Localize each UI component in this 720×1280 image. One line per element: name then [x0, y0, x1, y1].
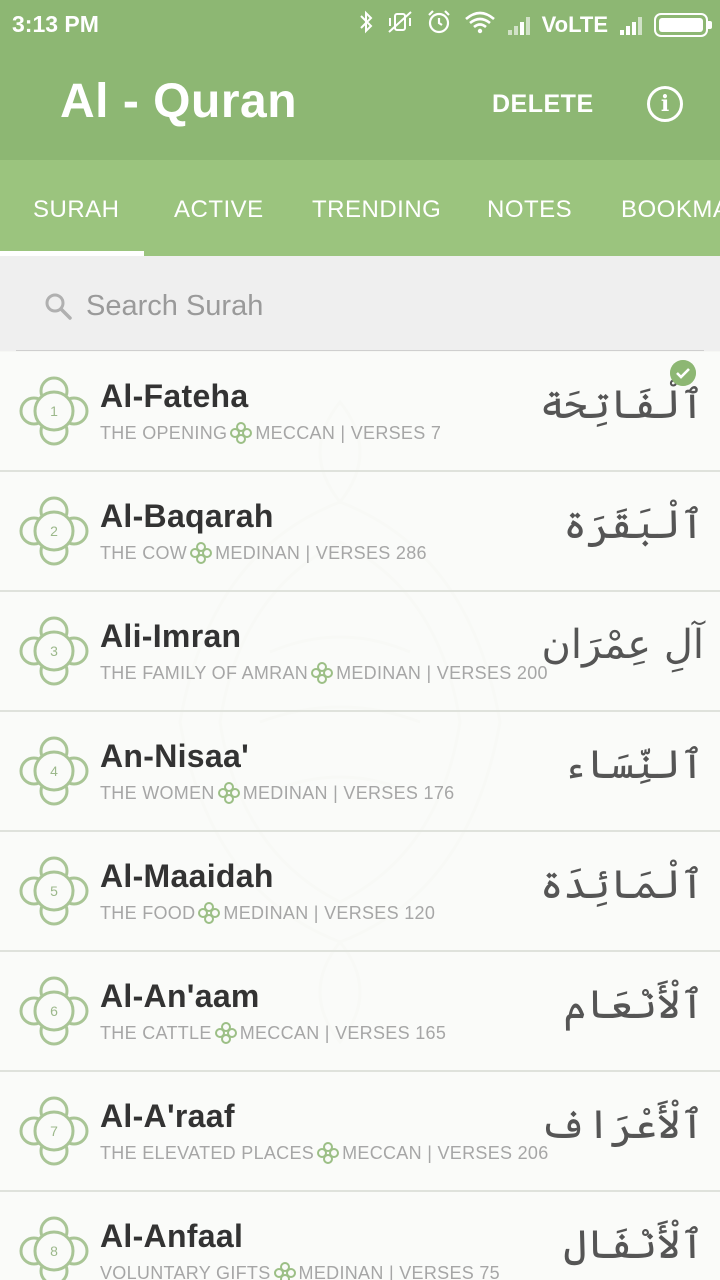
surah-list[interactable]: 1 Al-Fateha THE OPENING MECCAN | VERSES …: [0, 352, 720, 1280]
status-icons: VoLTE: [358, 9, 712, 41]
surah-row[interactable]: 1 Al-Fateha THE OPENING MECCAN | VERSES …: [0, 352, 720, 472]
surah-subtitle: VOLUNTARY GIFTS MEDINAN | VERSES 75: [100, 1262, 500, 1280]
surah-arabic-name: آلِ عِمْرَان: [541, 622, 704, 668]
surah-number-badge: 1: [17, 374, 91, 448]
tab-notes[interactable]: NOTES: [487, 196, 572, 224]
surah-meaning: THE CATTLE: [100, 1022, 212, 1043]
surah-number: 7: [50, 1123, 58, 1139]
search-icon: [44, 292, 72, 320]
alarm-icon: [426, 9, 452, 41]
surah-number: 1: [50, 403, 58, 419]
surah-row[interactable]: 8 Al-Anfaal VOLUNTARY GIFTS MEDINAN | VE…: [0, 1192, 720, 1280]
surah-meaning: THE WOMEN: [100, 782, 215, 803]
surah-number-badge: 4: [17, 734, 91, 808]
surah-subtitle: THE WOMEN MEDINAN | VERSES 176: [100, 782, 454, 804]
check-icon: [670, 360, 696, 386]
surah-number: 8: [50, 1243, 58, 1259]
surah-arabic-name: ٱلْبَقَرَة: [563, 502, 704, 548]
tab-bar: SURAH ACTIVE TRENDING NOTES BOOKMA: [0, 160, 720, 256]
ornament-separator-icon: [217, 782, 240, 804]
surah-name: Al-Baqarah: [100, 498, 274, 534]
surah-number-badge: 3: [17, 614, 91, 688]
battery-icon: [654, 13, 712, 37]
surah-name: An-Nisaa': [100, 738, 250, 774]
surah-number-badge: 6: [17, 974, 91, 1048]
surah-name: Al-A'raaf: [100, 1098, 235, 1134]
surah-name: Al-Fateha: [100, 378, 249, 414]
ornament-separator-icon: [230, 422, 253, 444]
surah-number-badge: 2: [17, 494, 91, 568]
tab-active[interactable]: ACTIVE: [174, 196, 264, 224]
surah-info: MEDINAN | VERSES 200: [336, 662, 548, 683]
search-bar: [0, 256, 720, 351]
surah-name: Al-Anfaal: [100, 1218, 244, 1254]
tab-bookmarks[interactable]: BOOKMA: [621, 196, 720, 224]
search-underline: [16, 350, 704, 351]
surah-name: Ali-Imran: [100, 618, 242, 654]
tab-surah[interactable]: SURAH: [33, 196, 120, 224]
surah-row[interactable]: 5 Al-Maaidah THE FOOD MEDINAN | VERSES 1…: [0, 832, 720, 952]
surah-subtitle: THE ELEVATED PLACES MECCAN | VERSES 206: [100, 1142, 549, 1164]
surah-info: MECCAN | VERSES 7: [255, 422, 442, 443]
surah-subtitle: THE COW MEDINAN | VERSES 286: [100, 542, 427, 564]
surah-number: 3: [50, 643, 58, 659]
tab-trending[interactable]: TRENDING: [312, 196, 441, 224]
surah-info: MECCAN | VERSES 165: [239, 1022, 447, 1043]
surah-meaning: THE OPENING: [100, 422, 228, 443]
ornament-separator-icon: [273, 1262, 296, 1280]
surah-number: 6: [50, 1003, 58, 1019]
surah-row[interactable]: 7 Al-A'raaf THE ELEVATED PLACES MECCAN |…: [0, 1072, 720, 1192]
surah-name: Al-Maaidah: [100, 858, 274, 894]
surah-row[interactable]: 6 Al-An'aam THE CATTLE MECCAN | VERSES 1…: [0, 952, 720, 1072]
surah-subtitle: THE FAMILY OF AMRAN MEDINAN | VERSES 200: [100, 662, 548, 684]
wifi-icon: [464, 10, 496, 40]
surah-name: Al-An'aam: [100, 978, 260, 1014]
signal-icon: [507, 15, 530, 35]
surah-info: MECCAN | VERSES 206: [342, 1142, 549, 1163]
surah-info: MEDINAN | VERSES 176: [242, 782, 455, 803]
ornament-separator-icon: [214, 1022, 237, 1044]
surah-meaning: THE FAMILY OF AMRAN: [100, 662, 309, 683]
status-time: 3:13 PM: [12, 11, 99, 37]
ornament-separator-icon: [311, 662, 334, 684]
surah-info: MEDINAN | VERSES 120: [223, 902, 436, 923]
surah-meaning: VOLUNTARY GIFTS: [100, 1262, 271, 1280]
surah-arabic-name: ٱلْأَعْرَاف: [539, 1102, 704, 1148]
surah-arabic-name: ٱلنِّسَاء: [563, 742, 704, 788]
ornament-separator-icon: [198, 902, 221, 924]
signal-icon-2: [620, 15, 642, 35]
info-icon[interactable]: i: [647, 86, 683, 122]
surah-subtitle: THE OPENING MECCAN | VERSES 7: [100, 422, 441, 444]
surah-meaning: THE COW: [100, 542, 188, 563]
surah-subtitle: THE CATTLE MECCAN | VERSES 165: [100, 1022, 446, 1044]
surah-number: 2: [50, 523, 58, 539]
surah-number: 5: [50, 883, 58, 899]
app-title: Al - Quran: [60, 75, 298, 128]
surah-meaning: THE FOOD: [100, 902, 196, 923]
surah-row[interactable]: 2 Al-Baqarah THE COW MEDINAN | VERSES 28…: [0, 472, 720, 592]
surah-number-badge: 8: [17, 1214, 91, 1280]
surah-number: 4: [50, 763, 58, 779]
search-input[interactable]: [86, 284, 646, 328]
delete-button[interactable]: DELETE: [492, 90, 594, 119]
surah-row[interactable]: 4 An-Nisaa' THE WOMEN MEDINAN | VERSES 1…: [0, 712, 720, 832]
surah-arabic-name: ٱلْمَائِدَة: [539, 862, 704, 908]
ornament-separator-icon: [317, 1142, 340, 1164]
network-label: VoLTE: [541, 12, 608, 37]
vibrate-off-icon: [386, 10, 414, 40]
surah-arabic-name: ٱلْأَنْعَام: [563, 982, 704, 1028]
surah-arabic-name: ٱلْأَنْفَال: [563, 1222, 704, 1268]
surah-row[interactable]: 3 Ali-Imran THE FAMILY OF AMRAN MEDINAN …: [0, 592, 720, 712]
surah-meaning: THE ELEVATED PLACES: [100, 1142, 315, 1163]
bluetooth-icon: [358, 10, 374, 40]
surah-info: MEDINAN | VERSES 286: [215, 542, 427, 563]
ornament-separator-icon: [190, 542, 213, 564]
app-bar: Al - Quran DELETE i: [0, 50, 720, 160]
status-bar: 3:13 PM VoLTE: [0, 0, 720, 50]
surah-number-badge: 5: [17, 854, 91, 928]
surah-arabic-name: ٱلْفَاتِحَة: [539, 382, 704, 428]
surah-subtitle: THE FOOD MEDINAN | VERSES 120: [100, 902, 435, 924]
surah-number-badge: 7: [17, 1094, 91, 1168]
surah-info: MEDINAN | VERSES 75: [298, 1262, 500, 1280]
